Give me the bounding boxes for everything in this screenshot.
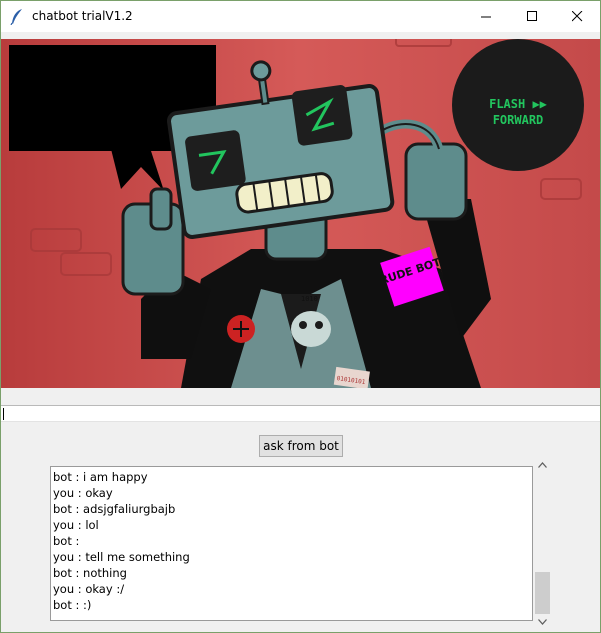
chat-log-line: bot : (53, 534, 80, 548)
text-caret (3, 408, 4, 420)
chat-log-lines: bot : i am happy you : okay bot : adsjgfal… (53, 469, 190, 613)
title-bar[interactable]: chatbot trialV1.2 (1, 1, 600, 32)
chat-log-line: you : okay :/ (53, 582, 125, 596)
chat-log-line: bot : :) (53, 598, 92, 612)
svg-text:FLASH ▶▶: FLASH ▶▶ (489, 97, 548, 111)
chat-log-textbox[interactable]: bot : i am happy you : okay bot : adsjgfal… (50, 466, 533, 621)
chevron-down-icon (538, 619, 547, 625)
svg-text:1010: 1010 (301, 295, 318, 303)
chat-log-line: bot : i am happy (53, 470, 148, 484)
chat-log-line: you : lol (53, 518, 99, 532)
question-input[interactable] (1, 405, 600, 422)
chat-log-line: you : okay (53, 486, 113, 500)
robot-banner-image: FLASH ▶▶ FORWARD 1010 01010101 RUDE BOT (1, 39, 600, 388)
close-icon (571, 11, 582, 22)
scroll-up-arrow[interactable] (534, 458, 551, 472)
app-window: chatbot trialV1.2 FLASH ▶▶ FORWARD 1010 … (0, 0, 601, 633)
chevron-up-icon (538, 462, 547, 468)
scroll-down-arrow[interactable] (534, 615, 551, 629)
minimize-button[interactable] (463, 1, 509, 32)
minimize-icon (480, 16, 491, 18)
maximize-button[interactable] (509, 1, 555, 32)
flash-forward-logo: FLASH ▶▶ FORWARD (452, 39, 584, 171)
chat-log-line: bot : adsjgfaliurgbajb (53, 502, 176, 516)
chat-log-line: you : tell me something (53, 550, 190, 564)
maximize-icon (526, 11, 537, 21)
feather-icon (10, 9, 22, 25)
ask-from-bot-button[interactable]: ask from bot (259, 435, 343, 457)
chat-log-line: bot : nothing (53, 566, 127, 580)
chat-log-scrollbar[interactable] (534, 458, 551, 629)
svg-text:FORWARD: FORWARD (493, 113, 544, 127)
close-button[interactable] (554, 1, 600, 32)
window-title: chatbot trialV1.2 (32, 9, 133, 23)
scroll-thumb[interactable] (535, 572, 550, 614)
